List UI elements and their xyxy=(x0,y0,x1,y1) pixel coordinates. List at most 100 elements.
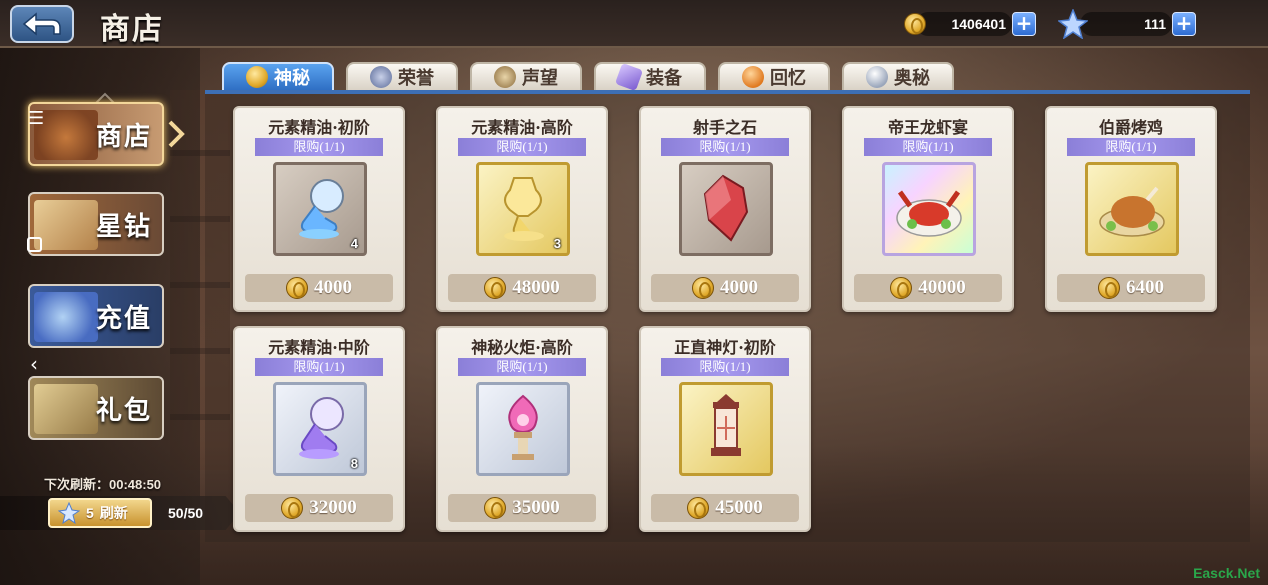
tab-label: 奥秘 xyxy=(894,68,930,89)
shop-item-card[interactable]: 元素精油·高阶 限购(1/1) 3 48000 xyxy=(436,106,608,312)
nav-item-gift-pack[interactable]: 礼包 xyxy=(28,376,164,440)
item-price: 45000 xyxy=(651,494,799,522)
price-value: 48000 xyxy=(512,277,560,298)
item-price: 40000 xyxy=(854,274,1002,302)
shop-tabs: 神秘 荣誉 声望 装备 回忆 奥秘 xyxy=(222,62,954,92)
nav-item-star-diamond[interactable]: 星钻 xyxy=(28,192,164,256)
star-currency: 111 + xyxy=(1058,9,1196,39)
item-price: 4000 xyxy=(651,274,799,302)
refresh-button[interactable]: 5 刷新 xyxy=(48,498,152,528)
nav-item-label: 礼包 xyxy=(95,395,152,426)
item-art-frame: 3 xyxy=(476,162,570,256)
purchase-limit: 限购(1/1) xyxy=(255,358,383,376)
item-art-frame xyxy=(679,162,773,256)
item-name: 正直神灯·初阶 xyxy=(674,338,776,357)
coin-icon xyxy=(687,497,710,519)
refresh-button-label: 刷新 xyxy=(99,505,128,521)
collapse-chevron-icon[interactable]: ‹ xyxy=(30,352,38,376)
red-crystal-stone-icon xyxy=(703,174,749,242)
square-toggle-icon[interactable] xyxy=(27,237,42,252)
nav-item-shop[interactable]: 商店 xyxy=(28,102,164,166)
memory-orb-icon xyxy=(742,66,764,88)
item-price: 32000 xyxy=(245,494,393,522)
price-value: 4000 xyxy=(314,277,352,298)
item-art-frame: 8 xyxy=(273,382,367,476)
purchase-limit: 限购(1/1) xyxy=(661,358,789,376)
nav-item-label: 星钻 xyxy=(95,211,152,242)
add-coins-button[interactable]: + xyxy=(1012,12,1036,36)
tab-label: 装备 xyxy=(646,68,682,89)
price-value: 45000 xyxy=(715,497,763,518)
shop-item-card[interactable]: 元素精油·中阶 限购(1/1) 8 32000 xyxy=(233,326,405,532)
shop-item-card[interactable]: 伯爵烤鸡 限购(1/1) 6400 xyxy=(1045,106,1217,312)
item-price: 35000 xyxy=(448,494,596,522)
coin-icon xyxy=(692,277,714,299)
blue-oil-potion-icon xyxy=(299,179,344,239)
tab-label: 荣誉 xyxy=(398,68,434,89)
tab-reputation[interactable]: 声望 xyxy=(470,62,582,92)
nav-item-recharge[interactable]: 充值 xyxy=(28,284,164,348)
arcane-orb-icon xyxy=(866,66,888,88)
item-quantity: 4 xyxy=(350,236,358,251)
tab-memory[interactable]: 回忆 xyxy=(718,62,830,92)
coin-currency: 1406401 + xyxy=(904,10,1036,38)
tab-label: 回忆 xyxy=(770,68,806,89)
item-art-frame xyxy=(882,162,976,256)
reputation-crest-icon xyxy=(494,66,516,88)
item-name: 元素精油·中阶 xyxy=(268,338,370,357)
item-name: 射手之石 xyxy=(692,118,757,137)
shop-item-card[interactable]: 元素精油·初阶 限购(1/1) 4 4000 xyxy=(233,106,405,312)
page-title: 商店 xyxy=(100,12,164,47)
treasure-chest-thumb-icon xyxy=(34,384,98,434)
star-diamond-icon xyxy=(1058,9,1088,39)
back-arrow-icon xyxy=(22,12,61,36)
shop-item-card[interactable]: 正直神灯·初阶 限购(1/1) 45000 xyxy=(639,326,811,532)
gold-oil-potion-icon xyxy=(504,177,544,241)
item-art-frame xyxy=(679,382,773,476)
shop-item-card[interactable]: 神秘火炬·高阶 限购(1/1) 35000 xyxy=(436,326,608,532)
coin-amount: 1406401 xyxy=(916,12,1012,36)
item-quantity: 3 xyxy=(553,236,561,251)
refresh-cost: 5 xyxy=(86,505,94,521)
tab-label: 声望 xyxy=(522,68,558,89)
refresh-count: 50/50 xyxy=(168,505,204,521)
item-name: 神秘火炬·高阶 xyxy=(471,338,573,357)
coin-icon xyxy=(484,497,507,519)
purchase-limit: 限购(1/1) xyxy=(864,138,992,156)
item-art-frame: 4 xyxy=(273,162,367,256)
tab-mystery[interactable]: 神秘 xyxy=(222,62,334,92)
purchase-limit: 限购(1/1) xyxy=(1067,138,1195,156)
scroll-thumb-icon xyxy=(34,200,98,250)
item-art-frame xyxy=(1085,162,1179,256)
item-name: 伯爵烤鸡 xyxy=(1098,118,1163,137)
coin-tab-icon xyxy=(246,66,268,88)
star-diamond-icon xyxy=(58,502,80,524)
purchase-limit: 限购(1/1) xyxy=(255,138,383,156)
top-bar: 商店 1406401 + 111 + xyxy=(0,0,1268,48)
back-button[interactable] xyxy=(10,5,74,43)
tab-label: 神秘 xyxy=(274,68,310,89)
item-name: 元素精油·初阶 xyxy=(268,118,370,137)
shop-item-card[interactable]: 射手之石 限购(1/1) 4000 xyxy=(639,106,811,312)
honor-badge-icon xyxy=(370,66,392,88)
item-name: 帝王龙虾宴 xyxy=(887,118,968,137)
star-amount: 111 xyxy=(1080,12,1172,36)
tab-honor[interactable]: 荣誉 xyxy=(346,62,458,92)
nav-item-label: 商店 xyxy=(95,121,152,152)
coin-icon xyxy=(890,277,913,299)
item-price: 6400 xyxy=(1057,274,1205,302)
item-price: 48000 xyxy=(448,274,596,302)
mystic-torch-icon xyxy=(508,394,538,460)
price-value: 40000 xyxy=(918,277,966,298)
holy-lantern-icon xyxy=(711,394,741,456)
shop-item-card[interactable]: 帝王龙虾宴 限购(1/1) 40000 xyxy=(842,106,1014,312)
coin-icon xyxy=(286,277,308,299)
menu-lines-icon[interactable]: ☰ xyxy=(28,110,44,128)
purchase-limit: 限购(1/1) xyxy=(458,358,586,376)
watermark: Easck.Net xyxy=(1193,565,1260,581)
coin-icon xyxy=(1098,277,1120,299)
add-stars-button[interactable]: + xyxy=(1172,12,1196,36)
tab-equipment[interactable]: 装备 xyxy=(594,62,706,92)
nav-selected-arrow-icon xyxy=(168,120,185,148)
tab-arcane[interactable]: 奥秘 xyxy=(842,62,954,92)
